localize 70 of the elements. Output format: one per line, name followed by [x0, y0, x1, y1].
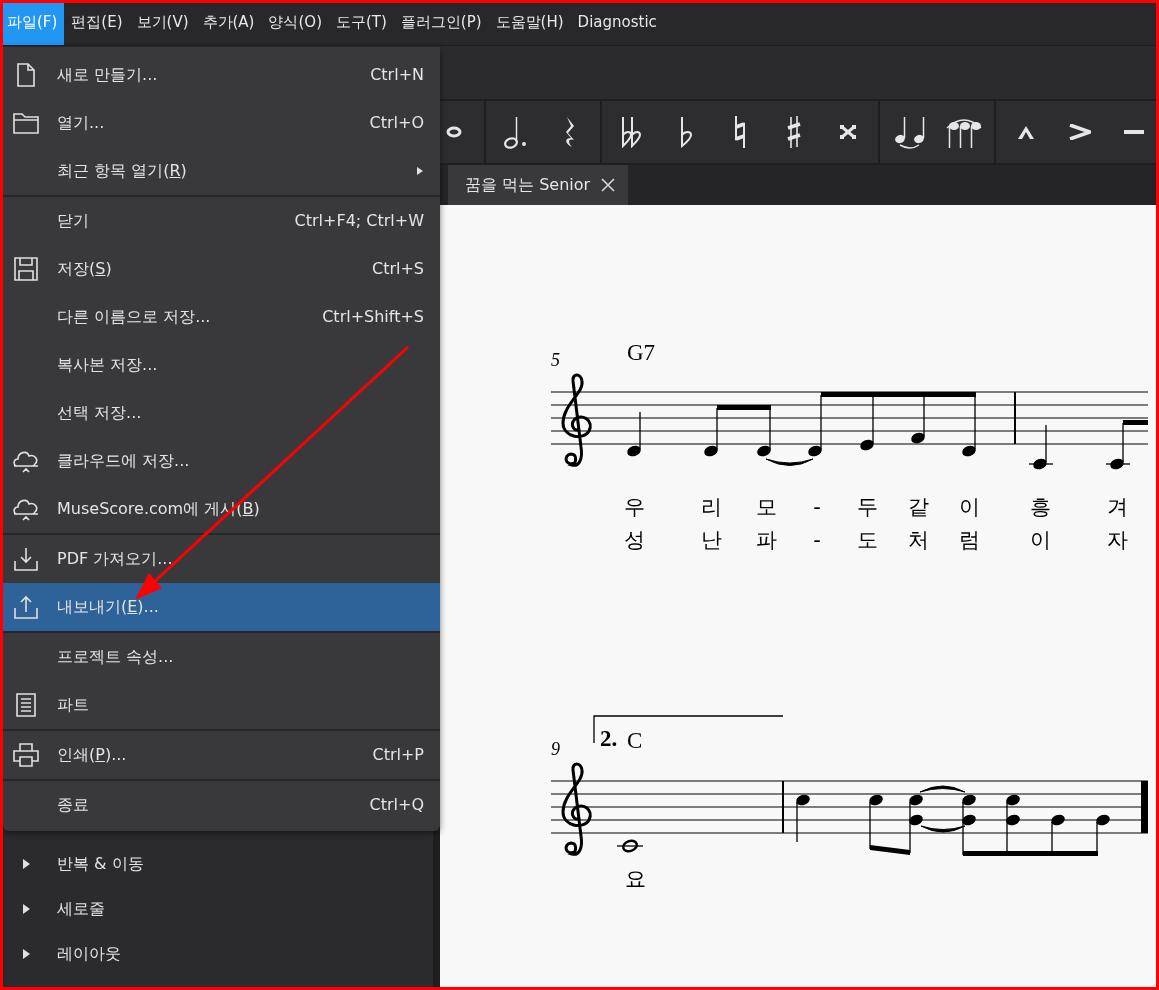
lyric-syllable: 요 — [624, 867, 646, 891]
lyric-syllable: 같 — [907, 495, 929, 519]
double-flat-icon — [621, 116, 643, 148]
sharp-icon — [787, 115, 801, 149]
tie-icon — [893, 115, 927, 149]
menu-bar-item[interactable]: 보기(V) — [129, 0, 196, 45]
volta-label: 2. — [600, 726, 618, 751]
menu-item[interactable]: 복사본 저장... — [3, 341, 440, 389]
lyric-syllable: 두 — [856, 495, 878, 519]
menu-item[interactable]: 닫기 Ctrl+F4; Ctrl+W — [3, 197, 440, 245]
natural-icon — [734, 115, 746, 149]
menu-bar-item[interactable]: 편집(E) — [64, 0, 130, 45]
menu-bar-item[interactable]: 양식(O) — [261, 0, 329, 45]
palette-section[interactable]: 반복 & 이동 — [0, 841, 433, 886]
lyric-syllable: 이 — [958, 495, 980, 519]
lyric-syllable: 겨 — [1106, 495, 1128, 519]
lyric-syllable: 자 — [1106, 528, 1128, 552]
chord-symbol: C — [627, 728, 643, 753]
lyric-syllable: 난 — [700, 528, 722, 552]
menu-item[interactable]: 내보내기(E)... — [3, 583, 440, 631]
palette-section[interactable]: 세로줄 — [0, 886, 433, 931]
menu-bar-item[interactable]: 도구(T) — [329, 0, 394, 45]
lyric-syllable: 성 — [623, 528, 645, 552]
menu-item[interactable]: 프로젝트 속성... — [3, 633, 440, 681]
menu-bar-item[interactable]: 도움말(H) — [488, 0, 571, 45]
printer-icon — [13, 743, 39, 767]
menu-bar-item[interactable]: 플러그인(P) — [393, 0, 489, 45]
lyric-syllable: 우 — [623, 495, 645, 519]
lyric-syllable: 리 — [700, 495, 722, 519]
marcato-icon — [1017, 124, 1035, 140]
lyric-syllable: 흥 — [1029, 495, 1051, 519]
close-button[interactable] — [600, 177, 617, 193]
lyric-syllable: 도 — [856, 528, 878, 552]
upload-tray-icon — [14, 595, 38, 619]
menu-item[interactable]: 다른 이름으로 저장... Ctrl+Shift+S — [3, 293, 440, 341]
menu-item[interactable]: 열기... Ctrl+O — [3, 99, 440, 147]
menu-item[interactable]: 클라우드에 저장... — [3, 437, 440, 485]
menu-item[interactable]: 인쇄(P)... Ctrl+P — [3, 731, 440, 779]
menu-item[interactable]: 선택 저장... — [3, 389, 440, 437]
file-icon — [17, 63, 35, 87]
menu-item[interactable]: 종료 Ctrl+Q — [3, 781, 440, 829]
lyric-syllable: - — [813, 495, 821, 519]
lyric-syllable: - — [813, 528, 821, 552]
chord-symbol: G7 — [627, 340, 656, 365]
folder-icon — [13, 112, 39, 134]
lyric-syllable: 모 — [755, 495, 777, 519]
menu-item[interactable]: 새로 만들기... Ctrl+N — [3, 51, 440, 99]
document-lines-icon — [16, 693, 36, 717]
whole-note-icon — [446, 126, 462, 138]
measure-number: 5 — [551, 350, 560, 370]
dotted-half-note-icon — [503, 115, 529, 149]
tenuto-icon — [1124, 130, 1144, 134]
lyric-syllable: 파 — [755, 528, 777, 552]
measure-number: 9 — [551, 739, 560, 759]
menu-item[interactable]: 최근 항목 열기(R) — [3, 147, 440, 195]
close-icon — [600, 177, 617, 193]
menu-item[interactable]: 파트 — [3, 681, 440, 729]
lyric-syllable: 처 — [907, 528, 929, 552]
menu-item[interactable]: 저장(S) Ctrl+S — [3, 245, 440, 293]
flat-icon — [679, 116, 693, 148]
menu-item[interactable]: PDF 가져오기... — [3, 535, 440, 583]
accent-icon — [1069, 124, 1091, 140]
lyric-syllable: 럼 — [958, 528, 980, 552]
download-tray-icon — [14, 547, 38, 571]
lyric-syllable: 이 — [1029, 528, 1051, 552]
rest-icon — [563, 116, 577, 148]
double-sharp-icon — [840, 125, 856, 139]
menu-bar-item[interactable]: 추가(A) — [195, 0, 262, 45]
palette-section[interactable]: 레이아웃 — [0, 931, 433, 976]
menu-bar-item[interactable]: Diagnostic — [570, 0, 664, 45]
